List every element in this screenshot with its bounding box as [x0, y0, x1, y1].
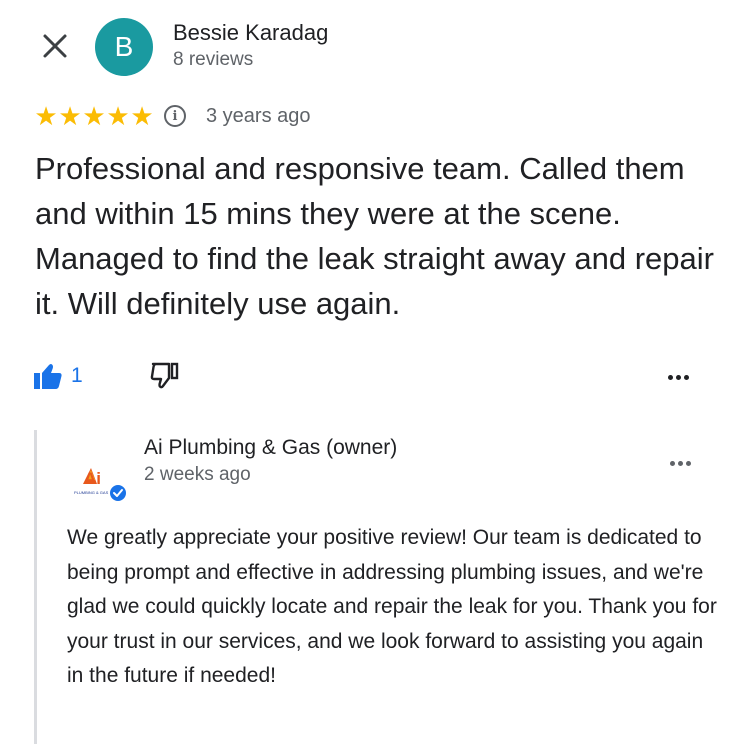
- dislike-button[interactable]: [150, 362, 180, 395]
- thumbs-up-icon: [34, 364, 62, 389]
- more-horiz-icon: [670, 460, 675, 466]
- more-horiz-icon-dot: [684, 374, 689, 380]
- owner-logo[interactable]: Ai PLUMBING & GAS: [73, 450, 131, 508]
- star-rating: ★ ★ ★ ★ ★: [34, 103, 154, 129]
- star-icon: ★: [82, 101, 106, 131]
- owner-more-options-button[interactable]: [670, 458, 691, 468]
- more-options-button[interactable]: [668, 366, 689, 388]
- rating-row: ★ ★ ★ ★ ★ i 3 years ago: [34, 100, 311, 132]
- like-button[interactable]: 1: [33, 362, 83, 390]
- like-count: 1: [71, 364, 83, 387]
- more-horiz-icon-dot: [678, 460, 683, 466]
- review-text: Professional and responsive team. Called…: [35, 151, 714, 321]
- avatar[interactable]: B: [95, 18, 153, 76]
- reviewer-review-count: 8 reviews: [173, 49, 254, 70]
- owner-reply-text: We greatly appreciate your positive revi…: [67, 526, 717, 687]
- logo-subtext: PLUMBING & GAS: [74, 490, 109, 495]
- star-icon: ★: [130, 101, 154, 131]
- star-icon: ★: [58, 101, 82, 131]
- star-icon: ★: [34, 101, 58, 131]
- more-horiz-icon-dot: [686, 460, 691, 466]
- info-icon[interactable]: i: [164, 105, 186, 127]
- star-icon: ★: [106, 101, 130, 131]
- close-button[interactable]: [36, 27, 74, 65]
- close-icon: [43, 34, 67, 58]
- more-horiz-icon-dot: [676, 374, 681, 380]
- owner-reply-age: 2 weeks ago: [144, 464, 251, 485]
- reviewer-name[interactable]: Bessie Karadag: [173, 20, 328, 46]
- review-age: 3 years ago: [206, 104, 311, 127]
- business-logo-icon: Ai PLUMBING & GAS: [74, 468, 126, 501]
- owner-reply: Ai PLUMBING & GAS Ai Plumbing & Gas (own…: [34, 430, 739, 744]
- review-header: B Bessie Karadag 8 reviews: [0, 0, 739, 90]
- owner-name[interactable]: Ai Plumbing & Gas (owner): [144, 436, 397, 460]
- review-actions: 1: [0, 360, 739, 396]
- thumbs-down-icon: [150, 362, 179, 389]
- logo-text: Ai: [84, 469, 101, 488]
- avatar-initial: B: [114, 31, 134, 62]
- more-horiz-icon: [668, 374, 673, 380]
